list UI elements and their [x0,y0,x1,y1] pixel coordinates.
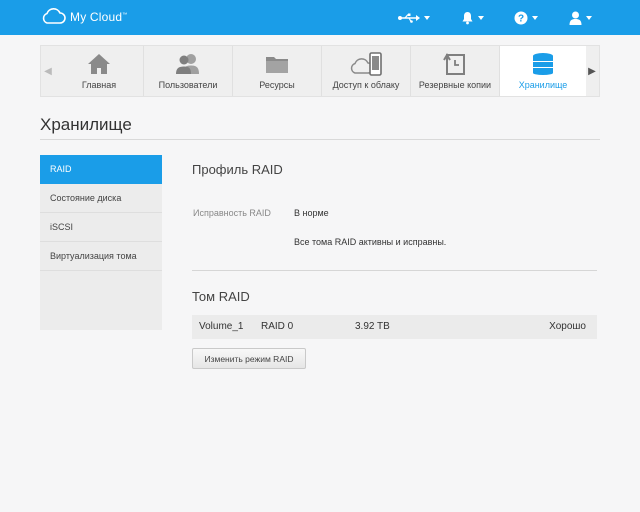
users-icon [176,54,199,74]
folder-icon [266,57,288,73]
chevron-left-icon: ◀ [44,65,52,77]
backup-icon [443,53,465,75]
chevron-down-icon [424,16,430,20]
cloud-device-icon [350,52,382,76]
page-title: Хранилище [40,115,132,134]
sidebar-item-iscsi[interactable]: iSCSI [40,213,162,242]
user-menu[interactable] [569,9,592,27]
bell-icon [462,12,473,25]
nav-item-shares[interactable]: Ресурсы [233,46,321,96]
logo-text: My Cloud™ [70,9,128,24]
nav-label: Хранилище [518,80,568,90]
chevron-right-icon: ▶ [588,65,596,77]
nav-label: Главная [81,80,117,90]
usb-menu[interactable] [398,9,430,27]
raid-health-label: Исправность RAID [193,208,271,218]
nav-label: Доступ к облаку [332,80,400,90]
raid-health-value: В норме [294,208,329,218]
volume-size: 3.92 TB [355,321,390,332]
table-row: Volume_1 RAID 0 3.92 TB Хорошо [192,315,597,339]
nav-label: Пользователи [158,80,218,90]
nav-item-users[interactable]: Пользователи [144,46,232,96]
cloud-logo-icon [42,8,66,24]
nav-scroll-right-button[interactable]: ▶ [585,46,599,96]
nav-item-backups[interactable]: Резервные копии [411,46,499,96]
logo[interactable]: My Cloud™ [40,8,128,25]
help-menu[interactable]: ? [514,9,538,27]
nav-label: Резервные копии [418,80,492,90]
raid-health-note: Все тома RAID активны и исправны. [294,237,447,247]
home-icon [88,54,110,74]
chevron-down-icon [532,16,538,20]
chevron-down-icon [478,16,484,20]
volume-raid-level: RAID 0 [261,321,294,332]
nav-item-storage[interactable]: Хранилище [500,46,586,96]
chevron-down-icon [586,16,592,20]
volume-name: Volume_1 [199,321,244,332]
volume-status: Хорошо [549,321,586,332]
main-nav: ◀ Главная Пользователи Ресурсы Доступ к … [40,45,600,97]
svg-text:?: ? [518,14,524,25]
nav-item-cloud-access[interactable]: Доступ к облаку [322,46,410,96]
user-icon [569,11,582,25]
divider [192,270,597,271]
nav-item-home[interactable]: Главная [55,46,143,96]
top-bar: My Cloud™ ? [0,0,640,35]
help-icon: ? [514,11,528,25]
raid-volume-heading: Том RAID [192,289,250,304]
sidebar-item-disk-status[interactable]: Состояние диска [40,184,162,213]
divider [40,139,600,140]
notifications-menu[interactable] [461,9,484,27]
nav-scroll-left-button[interactable]: ◀ [41,46,55,96]
storage-icon [533,53,553,75]
raid-profile-heading: Профиль RAID [192,162,283,177]
sidebar: RAID Состояние диска iSCSI Виртуализация… [40,155,162,330]
nav-label: Ресурсы [259,80,295,90]
sidebar-item-volume-virtualization[interactable]: Виртуализация тома [40,242,162,271]
change-raid-mode-button[interactable]: Изменить режим RAID [192,348,306,369]
sidebar-item-raid[interactable]: RAID [40,155,162,184]
usb-icon [398,13,420,23]
